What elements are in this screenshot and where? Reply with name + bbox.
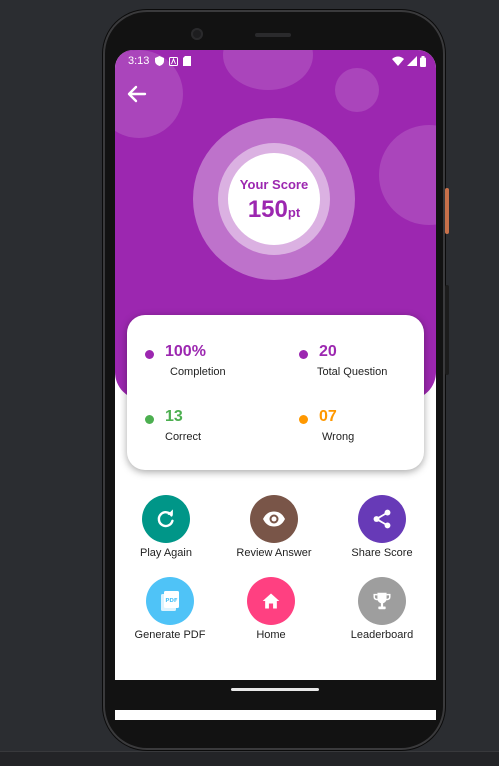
leaderboard-button[interactable]: Leaderboard [327, 577, 436, 641]
score-value: 150 [247, 195, 288, 223]
generate-pdf-label: Generate PDF [134, 629, 206, 641]
stat-label: Wrong [322, 431, 355, 443]
eye-icon[interactable] [250, 495, 298, 543]
home-icon[interactable] [247, 577, 295, 625]
share-score-label: Share Score [351, 547, 413, 559]
front-camera [191, 28, 203, 40]
score-ring-middle: Your Score 150pt [218, 143, 330, 255]
stat-value: 20 [319, 343, 337, 360]
earpiece-speaker [255, 33, 291, 37]
stat-label: Completion [170, 366, 226, 378]
svg-text:PDF: PDF [165, 598, 178, 604]
home-button[interactable]: Home [216, 577, 326, 641]
gesture-home-pill[interactable] [231, 688, 319, 691]
refresh-icon[interactable] [142, 495, 190, 543]
signal-icon [407, 56, 417, 66]
shield-icon [155, 56, 165, 66]
ide-bottom-strip [0, 751, 499, 766]
status-time: 3:13 [128, 55, 150, 67]
score-circle: Your Score 150pt [228, 153, 320, 245]
stat-value: 07 [319, 408, 337, 425]
stats-card: 100% Completion 20 Total Question 13 Cor… [127, 315, 424, 470]
play-again-label: Play Again [140, 547, 192, 559]
stat-dot [145, 350, 154, 359]
trophy-icon[interactable] [358, 577, 406, 625]
stat-value: 13 [165, 408, 183, 425]
navigation-bar [115, 680, 436, 710]
score-title: Your Score [239, 176, 309, 192]
power-button[interactable] [445, 188, 449, 234]
sd-card-icon [183, 56, 192, 66]
battery-icon [420, 55, 426, 67]
review-answer-button[interactable]: Review Answer [219, 495, 329, 559]
decor-bubble [379, 125, 436, 225]
stat-dot [299, 350, 308, 359]
review-answer-label: Review Answer [236, 547, 312, 559]
decor-bubble [335, 68, 379, 112]
score-value-line: 150pt [248, 196, 300, 224]
stat-value: 100% [165, 343, 206, 360]
app-screen: 3:13 Your Score 150pt 100% Completion 20… [115, 50, 436, 720]
notification-a-icon [169, 56, 179, 66]
home-label: Home [256, 629, 286, 641]
stat-label: Total Question [317, 366, 388, 378]
volume-button[interactable] [445, 285, 449, 375]
play-again-button[interactable]: Play Again [115, 495, 221, 559]
generate-pdf-button[interactable]: PDF Generate PDF [115, 577, 225, 641]
phone-frame: 3:13 Your Score 150pt 100% Completion 20… [103, 10, 449, 750]
stat-dot [299, 415, 308, 424]
stat-dot [145, 415, 154, 424]
share-icon[interactable] [358, 495, 406, 543]
wifi-icon [392, 56, 404, 66]
score-unit: pt [287, 204, 301, 220]
back-arrow-icon[interactable] [125, 82, 149, 106]
share-score-button[interactable]: Share Score [327, 495, 436, 559]
leaderboard-label: Leaderboard [350, 629, 414, 641]
stat-label: Correct [165, 431, 202, 443]
score-ring-outer: Your Score 150pt [193, 118, 355, 280]
status-bar: 3:13 [115, 50, 436, 72]
pdf-icon[interactable]: PDF [146, 577, 194, 625]
